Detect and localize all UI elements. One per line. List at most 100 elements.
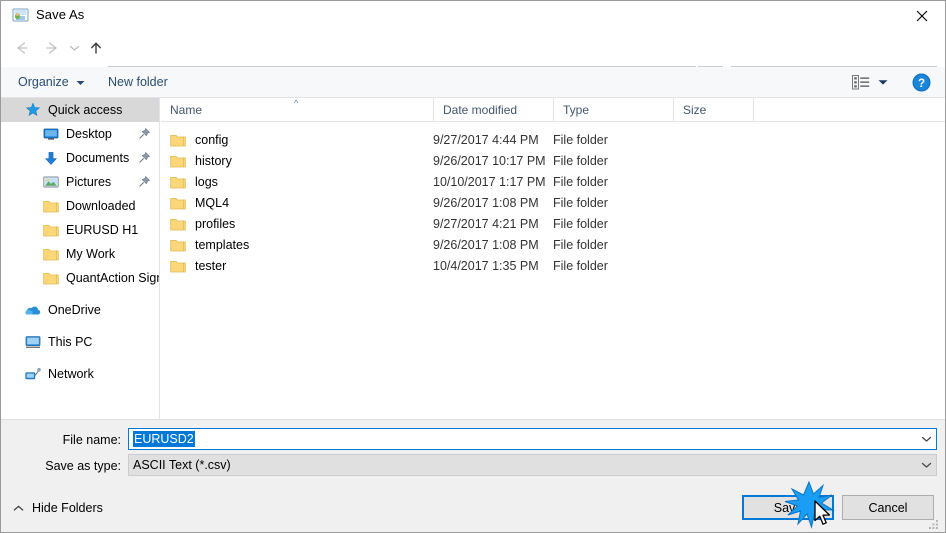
sidebar-item-pictures[interactable]: Pictures [1,170,159,194]
folder-icon [170,154,186,168]
column-header-size[interactable]: Size [674,98,754,121]
table-row[interactable]: logs 10/10/2017 1:17 PM File folder [161,172,945,192]
file-type-label: File folder [553,217,608,231]
file-type-label: File folder [553,175,608,189]
chevron-down-icon[interactable] [917,455,935,475]
file-name-label: templates [195,238,250,252]
desktop-icon [43,126,59,142]
star-icon [25,102,41,118]
command-bar: Organize New folder ? [1,67,945,98]
folder-icon [43,198,59,214]
sidebar-item-eurusd-h1[interactable]: EURUSD H1 [1,218,159,242]
view-layout-icon[interactable] [849,71,873,93]
pin-icon[interactable] [138,175,151,188]
recent-locations-chevron-down-icon[interactable] [65,30,83,66]
table-row[interactable]: profiles 9/27/2017 4:21 PM File folder [161,214,945,234]
folder-icon [170,133,186,147]
file-date-label: 9/26/2017 10:17 PM [433,154,546,168]
file-row-name: profiles [170,217,235,231]
sidebar-item-label: Pictures [66,175,112,189]
pin-icon[interactable] [138,151,151,164]
column-header-label: Date modified [443,102,518,117]
cancel-button-label: Cancel [868,500,908,515]
folder-icon [170,238,186,252]
file-type-label: File folder [553,133,608,147]
save-as-icon [12,7,29,24]
back-arrow-icon[interactable] [9,30,35,66]
file-name-label: tester [195,259,227,273]
save-button[interactable]: Save [742,495,834,520]
table-row[interactable]: config 9/27/2017 4:44 PM File folder [161,130,945,150]
sidebar-item-quantaction-signal[interactable]: QuantAction Signal [1,266,159,290]
column-header-row: ^ Name Date modified Type Size [161,98,945,122]
sidebar-item-quick-access[interactable]: Quick access [1,98,159,122]
file-list: ^ Name Date modified Type Size config 9/… [161,98,945,419]
file-date-label: 9/26/2017 1:08 PM [433,238,539,252]
sidebar-item-downloaded[interactable]: Downloaded [1,194,159,218]
file-type-label: File folder [553,154,608,168]
view-chevron-down-icon[interactable] [875,71,891,93]
help-icon[interactable]: ? [912,73,931,92]
chevron-up-icon [13,501,24,515]
table-row[interactable]: tester 10/4/2017 1:35 PM File folder [161,256,945,276]
table-row[interactable]: MQL4 9/26/2017 1:08 PM File folder [161,193,945,213]
file-date-label: 9/27/2017 4:21 PM [433,217,539,231]
sidebar-item-label: Downloaded [66,199,136,213]
pin-icon[interactable] [138,127,151,140]
new-folder-label: New folder [108,75,168,89]
file-name-label: MQL4 [195,196,230,210]
cancel-button[interactable]: Cancel [842,495,934,520]
save-as-type-value: ASCII Text (*.csv) [133,458,231,472]
hide-folders-button[interactable]: Hide Folders [13,501,103,515]
documents-icon [43,150,59,166]
onedrive-icon [25,302,41,318]
folder-icon [170,217,186,231]
window-title: Save As [36,7,85,22]
network-icon [25,366,41,382]
new-folder-button[interactable]: New folder [108,67,168,97]
sidebar-item-my-work[interactable]: My Work [1,242,159,266]
save-as-dialog: Save As Search 915566BA06ADA40756... Org… [0,0,946,533]
file-name-value: EURUSD2 [133,431,195,447]
save-as-type-select[interactable]: ASCII Text (*.csv) [128,454,937,476]
file-date-label: 10/4/2017 1:35 PM [433,259,539,273]
file-row-name: config [170,133,228,147]
forward-arrow-icon[interactable] [39,30,65,66]
file-row-name: tester [170,259,226,273]
chevron-down-icon [76,75,85,89]
file-name-label: profiles [195,217,236,231]
file-row-name: MQL4 [170,196,229,210]
column-header-label: Size [683,102,707,117]
sidebar-item-network[interactable]: Network [1,362,159,386]
sort-ascending-icon: ^ [294,98,299,108]
file-name-label: logs [195,175,218,189]
svg-text:?: ? [918,78,925,90]
file-name-input[interactable]: EURUSD2 [128,428,937,450]
sidebar-item-label: QuantAction Signal [66,271,159,285]
organize-button[interactable]: Organize [18,67,85,97]
title-bar: Save As [1,1,945,30]
sidebar-item-desktop[interactable]: Desktop [1,122,159,146]
column-header-type[interactable]: Type [554,98,674,121]
sidebar-item-onedrive[interactable]: OneDrive [1,298,159,322]
sidebar-item-label: My Work [66,247,116,261]
column-header-name[interactable]: ^ Name [161,98,434,121]
sidebar-item-this-pc[interactable]: This PC [1,330,159,354]
up-arrow-icon[interactable] [83,30,109,66]
sidebar-item-label: Network [48,367,94,381]
column-header-label: Name [170,102,203,117]
file-row-name: templates [170,238,249,252]
sidebar-item-documents[interactable]: Documents [1,146,159,170]
resize-grip[interactable] [929,519,941,529]
column-header-date-modified[interactable]: Date modified [434,98,554,121]
close-button[interactable] [899,1,945,30]
table-row[interactable]: history 9/26/2017 10:17 PM File folder [161,151,945,171]
table-row[interactable]: templates 9/26/2017 1:08 PM File folder [161,235,945,255]
file-name-label: config [195,133,229,147]
chevron-down-icon[interactable] [917,429,935,449]
sidebar-item-label: This PC [48,335,93,349]
organize-label: Organize [18,75,69,89]
sidebar-item-label: OneDrive [48,303,101,317]
file-row-name: logs [170,175,218,189]
